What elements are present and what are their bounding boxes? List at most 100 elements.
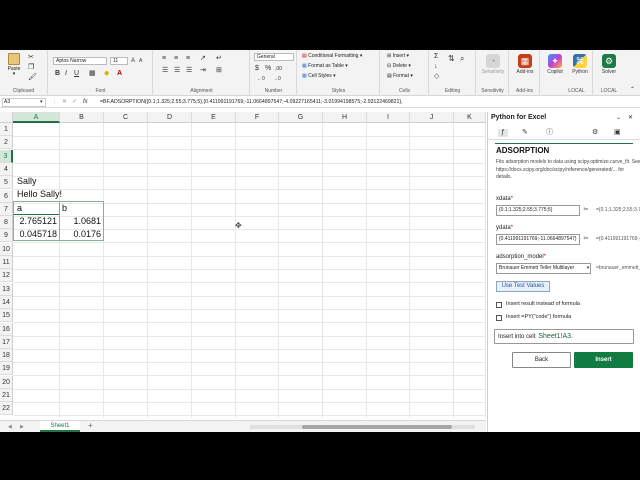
window-icon[interactable]: ▣ xyxy=(614,129,621,137)
font-color-icon[interactable]: A xyxy=(117,70,122,78)
insert-cells-button[interactable]: ⊞ Insert ▾ xyxy=(387,53,409,60)
row-header-16[interactable]: 16 xyxy=(0,322,13,336)
ydata-input[interactable]: {0.411991191769;-11.0664897547} xyxy=(496,234,580,245)
font-size-select[interactable]: 11 xyxy=(110,57,128,65)
align-center-icon[interactable]: ☰ xyxy=(174,67,180,75)
cell-b3[interactable]: b xyxy=(59,202,103,215)
info-icon[interactable]: ⓘ xyxy=(546,129,553,137)
cancel-icon[interactable]: ✕ xyxy=(62,98,67,106)
select-all-corner[interactable] xyxy=(0,112,13,123)
column-header-j[interactable]: J xyxy=(410,112,454,123)
settings-icon[interactable]: ⚙ xyxy=(592,129,598,137)
row-header-13[interactable]: 13 xyxy=(0,282,13,296)
align-right-icon[interactable]: ☰ xyxy=(186,67,192,75)
functions-tab-icon[interactable]: ƒ xyxy=(498,129,508,137)
copilot-button[interactable]: ✦ Copilot xyxy=(541,52,569,86)
scroll-tabs-right-icon[interactable]: ▶ xyxy=(20,423,24,431)
row-header-15[interactable]: 15 xyxy=(0,309,13,323)
solver-button[interactable]: ⚙ Solver xyxy=(595,52,623,86)
align-top-icon[interactable]: ≡ xyxy=(162,55,166,63)
paste-button[interactable]: Paste ▾ xyxy=(6,52,22,78)
underline-icon[interactable]: U xyxy=(74,70,79,78)
autosum-icon[interactable]: Σ xyxy=(434,53,438,61)
row-header-19[interactable]: 19 xyxy=(0,362,13,376)
align-left-icon[interactable]: ☰ xyxy=(162,67,168,75)
insert-button[interactable]: Insert xyxy=(574,352,633,368)
row-header-6[interactable]: 6 xyxy=(0,189,13,203)
collapse-ribbon-icon[interactable]: ⌃ xyxy=(630,86,635,94)
ydata-range-select-icon[interactable]: ✂ xyxy=(581,234,591,245)
orientation-icon[interactable]: ↗ xyxy=(200,55,206,63)
copy-icon[interactable]: ❐ xyxy=(28,64,34,72)
decrease-font-icon[interactable]: A xyxy=(139,57,142,65)
back-button[interactable]: Back xyxy=(512,352,571,368)
cell-b4[interactable]: 1.0681 xyxy=(60,215,104,228)
find-select-icon[interactable]: ⌕ xyxy=(460,55,464,63)
scroll-tabs-left-icon[interactable]: ◀ xyxy=(8,423,12,431)
clear-icon[interactable]: ◇ xyxy=(434,73,439,81)
delete-cells-button[interactable]: ⊟ Delete ▾ xyxy=(387,63,411,70)
insert-py-checkbox[interactable] xyxy=(496,315,502,321)
column-header-i[interactable]: I xyxy=(367,112,410,123)
column-header-g[interactable]: G xyxy=(279,112,323,123)
row-header-3[interactable]: 3 xyxy=(0,149,13,163)
name-box-dropdown-icon[interactable]: ▾ xyxy=(40,98,43,106)
spreadsheet-grid[interactable]: ABCDEFGHIJK 1 2 3 4 5 6 7 8 9 10 11 12 13 14 15 16 17 18 1… xyxy=(0,112,486,418)
bold-icon[interactable]: B xyxy=(55,70,60,78)
merge-center-icon[interactable]: ⊞ xyxy=(216,67,222,75)
row-header-22[interactable]: 22 xyxy=(0,402,13,416)
comma-icon[interactable]: ,00 xyxy=(275,65,282,73)
cut-icon[interactable]: ✂ xyxy=(28,54,34,62)
use-test-values-button[interactable]: Use Test Values xyxy=(496,281,550,292)
number-format-select[interactable]: General xyxy=(254,53,294,61)
horizontal-scroll-thumb[interactable] xyxy=(302,425,452,429)
italic-icon[interactable]: I xyxy=(65,70,67,78)
sort-filter-icon[interactable]: ⇅ xyxy=(448,55,455,63)
add-sheet-icon[interactable]: + xyxy=(88,422,93,430)
insert-function-icon[interactable]: fx xyxy=(83,98,88,106)
cell-a3[interactable]: a xyxy=(14,202,58,215)
pane-options-icon[interactable]: ⌄ xyxy=(616,114,621,122)
cell-a4[interactable]: 2.765121 xyxy=(14,215,60,228)
xdata-range-select-icon[interactable]: ✂ xyxy=(581,205,591,216)
row-header-14[interactable]: 14 xyxy=(0,295,13,309)
row-header-21[interactable]: 21 xyxy=(0,389,13,402)
column-header-c[interactable]: C xyxy=(104,112,148,123)
format-cells-button[interactable]: ▤ Format ▾ xyxy=(387,73,413,80)
format-as-table-button[interactable]: ▦ Format as Table ▾ xyxy=(302,63,348,70)
column-header-k[interactable]: K xyxy=(454,112,486,123)
row-header-11[interactable]: 11 xyxy=(0,256,13,269)
cell-a1[interactable]: Sally xyxy=(14,175,60,188)
sheet-tab-sheet1[interactable]: Sheet1 xyxy=(40,421,80,432)
adsorption-model-select[interactable]: Brunauer Emmett Teller Multilayer xyxy=(496,263,591,274)
indent-icon[interactable]: ⇥ xyxy=(200,67,206,75)
add-ins-button[interactable]: ▦ Add-ins xyxy=(511,52,539,86)
wrap-text-icon[interactable]: ↵ xyxy=(216,55,222,63)
font-name-select[interactable]: Aptos Narrow xyxy=(53,57,107,65)
format-painter-icon[interactable]: 🖌 xyxy=(28,74,37,82)
close-icon[interactable]: ✕ xyxy=(628,114,633,122)
row-header-10[interactable]: 10 xyxy=(0,242,13,256)
decrease-decimal-icon[interactable]: →0 xyxy=(273,75,281,83)
insert-into-cell-field[interactable]: Insert into cell: Sheet1!A3. xyxy=(494,329,634,344)
percent-icon[interactable]: % xyxy=(265,65,271,73)
horizontal-scrollbar[interactable] xyxy=(250,425,475,429)
row-header-17[interactable]: 17 xyxy=(0,335,13,349)
xdata-input[interactable]: {0.1;1.325;2.55;3.775;5} xyxy=(496,205,580,216)
row-header-2[interactable]: 2 xyxy=(0,136,13,150)
insert-result-checkbox[interactable] xyxy=(496,302,502,308)
edit-icon[interactable]: ✎ xyxy=(522,129,528,137)
row-header-5[interactable]: 5 xyxy=(0,176,13,190)
conditional-formatting-button[interactable]: ▤ Conditional Formatting ▾ xyxy=(302,53,362,60)
align-bottom-icon[interactable]: ≡ xyxy=(186,55,190,63)
row-header-7[interactable]: 7 xyxy=(0,202,13,216)
borders-icon[interactable]: ▦ xyxy=(89,70,96,78)
row-header-18[interactable]: 18 xyxy=(0,349,13,363)
row-header-4[interactable]: 4 xyxy=(0,162,13,176)
column-header-b[interactable]: B xyxy=(60,112,104,123)
row-header-20[interactable]: 20 xyxy=(0,375,13,389)
column-header-a[interactable]: A xyxy=(13,112,60,123)
row-header-9[interactable]: 9 xyxy=(0,229,13,243)
align-middle-icon[interactable]: ≡ xyxy=(174,55,178,63)
increase-decimal-icon[interactable]: ←0 xyxy=(257,75,265,83)
